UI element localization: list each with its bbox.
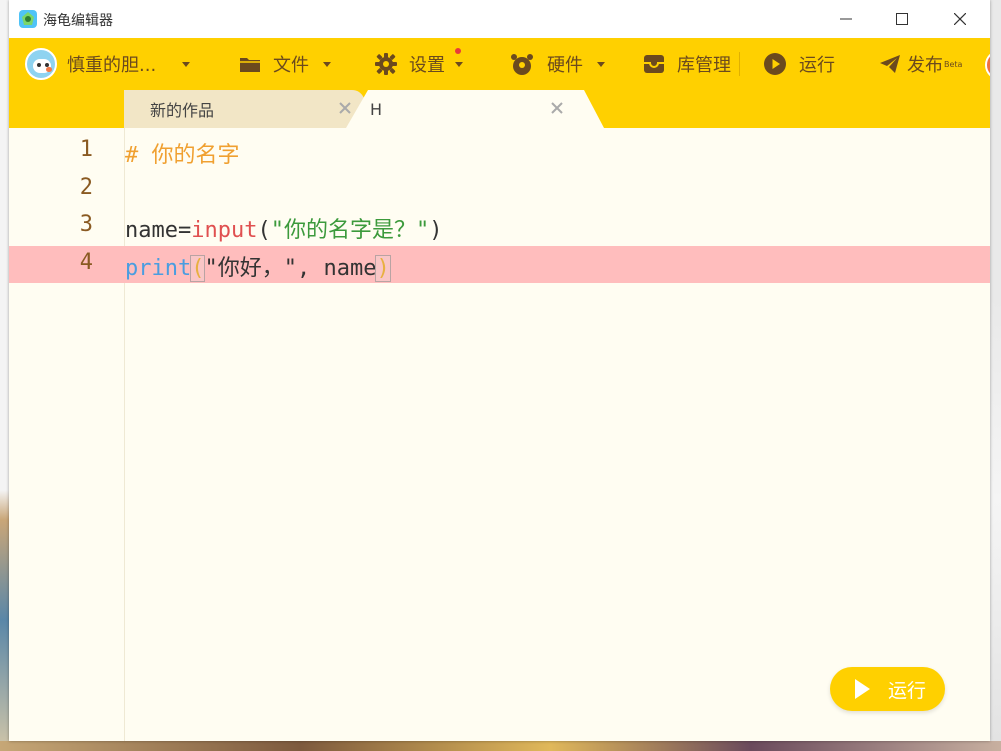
code-line[interactable]: 2 <box>9 171 990 208</box>
line-number: 1 <box>79 137 93 162</box>
code-token: name= <box>125 218 192 243</box>
code-paren: ) <box>375 255 391 282</box>
minimize-icon <box>840 18 852 20</box>
title-bar[interactable]: 海龟编辑器 <box>9 0 990 38</box>
hardware-menu-label: 硬件 <box>547 55 583 76</box>
desktop-background-left <box>0 0 9 751</box>
maximize-button[interactable] <box>873 0 931 38</box>
code-string: "你的名字是？" <box>270 218 430 243</box>
avatar <box>25 48 57 80</box>
user-menu[interactable]: 慎重的胆... <box>25 38 191 90</box>
code-paren: ) <box>429 218 443 243</box>
code-token: "你好，", name <box>204 256 377 281</box>
code-paren: ( <box>190 255 206 282</box>
tab-h[interactable]: H <box>354 90 584 128</box>
code-line[interactable]: 1 # 你的名字 <box>9 133 990 170</box>
hardware-icon <box>511 54 533 75</box>
code-line[interactable]: 3 name=input("你的名字是？") <box>9 208 990 245</box>
chevron-down-icon <box>455 61 463 67</box>
app-logo-icon <box>19 10 37 28</box>
code-paren: ( <box>257 218 271 243</box>
user-name: 慎重的胆... <box>67 55 157 76</box>
beta-badge: Beta <box>944 59 963 69</box>
chevron-down-icon <box>182 61 191 67</box>
folder-icon <box>240 58 260 72</box>
publish-button[interactable]: 发布 Beta <box>879 38 962 90</box>
code-function: input <box>191 218 258 243</box>
window-title: 海龟编辑器 <box>43 13 113 29</box>
code-editor[interactable]: 1 # 你的名字 2 3 name=input("你的名字是？") 4 prin… <box>9 128 990 741</box>
line-number: 2 <box>79 175 93 200</box>
file-menu-label: 文件 <box>273 55 309 76</box>
library-manager-button[interactable]: 库管理 <box>643 38 731 90</box>
run-button[interactable]: 运行 <box>830 667 945 711</box>
run-toolbar-button[interactable]: 运行 <box>763 38 835 90</box>
avatar[interactable] <box>985 50 990 80</box>
app-window: 海龟编辑器 慎重的胆... 文件 设置 硬件 库管理 运行 发布 Beta 新的… <box>9 0 990 741</box>
tab-new-work[interactable]: 新的作品 <box>124 90 359 128</box>
settings-menu-label: 设置 <box>409 55 445 76</box>
gear-icon <box>375 53 397 75</box>
close-icon <box>954 13 966 25</box>
code-line-active[interactable]: 4 print("你好，", name) <box>9 246 990 283</box>
desktop-background-right <box>989 0 1001 751</box>
maximize-icon <box>896 13 908 25</box>
library-manager-label: 库管理 <box>677 55 731 76</box>
tab-label: 新的作品 <box>150 101 215 120</box>
settings-menu[interactable]: 设置 <box>375 38 463 90</box>
chevron-down-icon <box>597 61 605 67</box>
publish-label: 发布 <box>907 55 943 76</box>
main-toolbar: 慎重的胆... 文件 设置 硬件 库管理 运行 发布 Beta <box>9 38 990 90</box>
file-menu[interactable]: 文件 <box>239 38 331 90</box>
play-circle-icon <box>764 53 786 75</box>
code-text: print("你好，", name) <box>125 250 391 282</box>
hardware-menu[interactable]: 硬件 <box>509 38 605 90</box>
paper-plane-icon <box>880 55 900 73</box>
code-text: # 你的名字 <box>125 137 240 169</box>
toolbar-divider <box>739 52 740 76</box>
run-button-label: 运行 <box>888 679 927 702</box>
code-text: name=input("你的名字是？") <box>125 212 442 244</box>
close-button[interactable] <box>931 0 989 38</box>
code-comment: # 你的名字 <box>125 143 240 168</box>
desktop-background-bottom <box>0 741 1001 751</box>
library-icon <box>644 55 664 73</box>
line-number: 3 <box>79 212 93 237</box>
close-icon[interactable] <box>337 100 353 116</box>
tab-strip: 新的作品 H <box>9 90 990 128</box>
code-builtin: print <box>125 256 192 281</box>
line-number: 4 <box>79 250 93 275</box>
minimize-button[interactable] <box>817 0 875 38</box>
tab-label: H <box>370 99 383 119</box>
notification-dot <box>455 48 461 54</box>
close-icon[interactable] <box>549 100 565 116</box>
chevron-down-icon <box>323 61 331 67</box>
play-icon <box>855 679 870 699</box>
run-toolbar-label: 运行 <box>799 55 835 76</box>
